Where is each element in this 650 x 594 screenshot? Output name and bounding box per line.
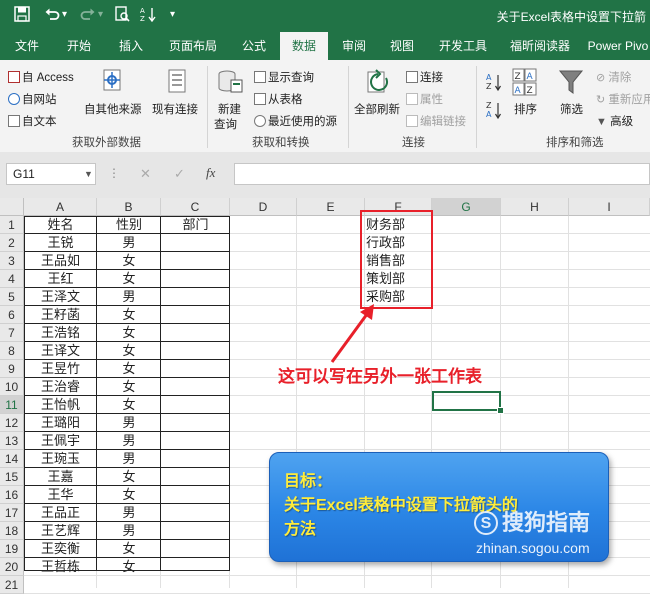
goal-heading: 目标： <box>284 473 333 490</box>
watermark-brand-text: 搜狗指南 <box>502 510 591 535</box>
watermark-url: zhinan.sogou.com <box>476 540 590 556</box>
goal-text-line2: 方法 <box>284 521 317 538</box>
annotation-text: 这可以写在另外一张工作表 <box>278 367 482 386</box>
watermark-brand: S 搜狗指南 <box>474 505 590 537</box>
sogou-logo-icon: S <box>474 511 498 535</box>
